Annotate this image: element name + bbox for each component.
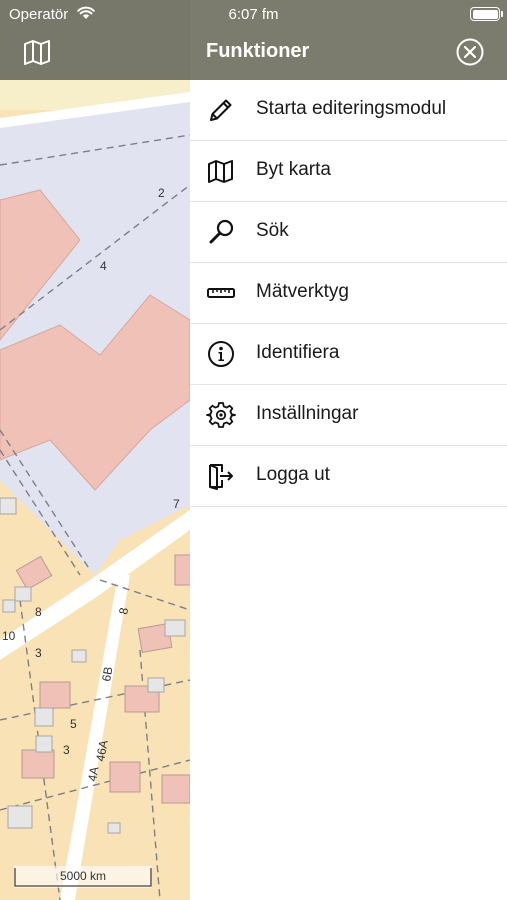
- menu-item-logout[interactable]: Logga ut: [190, 446, 507, 507]
- map-icon[interactable]: [22, 38, 54, 66]
- menu-item-label: Logga ut: [256, 464, 330, 485]
- functions-panel: Funktioner Starta editeringsmodul Byt ka…: [190, 0, 507, 900]
- menu-item-settings[interactable]: Inställningar: [190, 385, 507, 446]
- map-view[interactable]: 2 4 7 8 10 3 5 3 6B 46A 4A 8 5000 km: [0, 0, 190, 900]
- lot-label: 6B: [99, 666, 115, 683]
- lot-label: 4A: [85, 766, 101, 783]
- search-icon: [206, 217, 236, 247]
- scale-label: 5000 km: [59, 869, 107, 883]
- menu-item-switch-map[interactable]: Byt karta: [190, 141, 507, 202]
- menu-item-search[interactable]: Sök: [190, 202, 507, 263]
- map-canvas[interactable]: 2 4 7 8 10 3 5 3 6B 46A 4A 8: [0, 0, 190, 900]
- lot-label: 4: [100, 259, 107, 273]
- battery-icon: [470, 7, 500, 21]
- logout-icon: [206, 461, 236, 491]
- lot-label: 5: [70, 717, 77, 731]
- menu-item-identify[interactable]: Identifiera: [190, 324, 507, 385]
- menu-item-label: Byt karta: [256, 159, 331, 180]
- map-icon: [206, 156, 236, 186]
- clock: 6:07 fm: [228, 6, 279, 23]
- menu-item-label: Starta editeringsmodul: [256, 98, 447, 119]
- status-bar: Operatör 6:07 fm: [0, 0, 507, 28]
- menu-item-label: Mätverktyg: [256, 281, 349, 302]
- menu-item-label: Identifiera: [256, 342, 340, 363]
- lot-label: 10: [2, 629, 16, 643]
- ruler-icon: [206, 278, 236, 308]
- lot-label: 3: [63, 743, 70, 757]
- functions-menu: Starta editeringsmodul Byt karta Sök Mät…: [190, 80, 507, 507]
- lot-label: 3: [35, 646, 42, 660]
- menu-item-start-editing[interactable]: Starta editeringsmodul: [190, 80, 507, 141]
- battery-tip: [501, 11, 503, 17]
- lot-label: 2: [158, 186, 165, 200]
- menu-item-label: Inställningar: [256, 403, 359, 424]
- close-circle-icon[interactable]: [455, 37, 485, 67]
- lot-label: 8: [35, 605, 42, 619]
- gear-icon: [206, 400, 236, 430]
- pencil-icon: [206, 95, 236, 125]
- scale-bar: 5000 km: [14, 866, 152, 888]
- info-icon: [206, 339, 236, 369]
- lot-label: 7: [173, 497, 180, 511]
- panel-title: Funktioner: [206, 40, 310, 62]
- menu-item-measure[interactable]: Mätverktyg: [190, 263, 507, 324]
- menu-item-label: Sök: [256, 220, 289, 241]
